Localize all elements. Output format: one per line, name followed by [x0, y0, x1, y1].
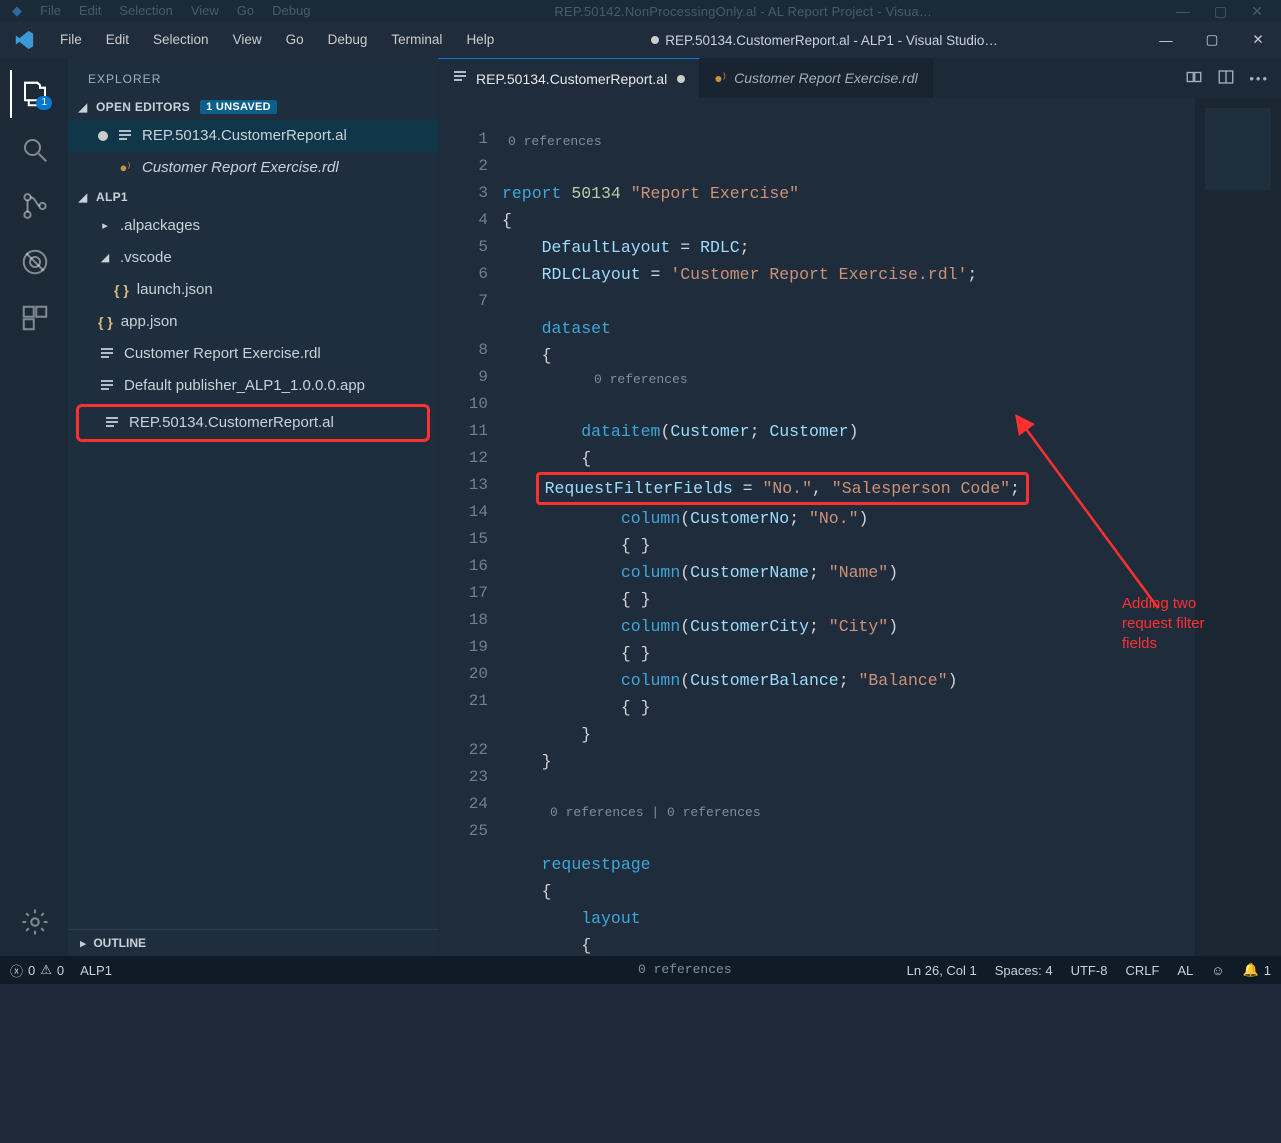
editor-tab[interactable]: REP.50134.CustomerReport.al	[438, 58, 700, 98]
folder-item[interactable]: ◢ .vscode	[68, 242, 438, 274]
menu-view[interactable]: View	[221, 22, 274, 58]
activity-debug-icon[interactable]	[10, 238, 58, 286]
file-icon	[103, 415, 121, 431]
unsaved-badge: 1 UNSAVED	[200, 100, 277, 114]
menu-selection[interactable]: Selection	[141, 22, 221, 58]
file-icon	[116, 128, 134, 144]
chevron-right-icon: ▸	[98, 214, 112, 238]
annotation-arrow	[1008, 408, 1168, 618]
file-icon	[98, 346, 116, 362]
vscode-window: File Edit Selection View Go Debug Termin…	[0, 22, 1281, 984]
file-icon	[98, 378, 116, 394]
file-icon	[452, 69, 468, 88]
status-notifications[interactable]: 🔔1	[1243, 962, 1271, 978]
chevron-down-icon: ◢	[76, 101, 90, 114]
close-button[interactable]: ✕	[1235, 22, 1281, 58]
split-editor-icon[interactable]	[1217, 68, 1235, 89]
window-controls: ― ▢ ✕	[1143, 22, 1281, 58]
json-file-icon: { }	[98, 310, 113, 334]
codelens[interactable]: 0 references	[502, 369, 1189, 391]
folder-item[interactable]: ▸ .alpackages	[68, 210, 438, 242]
line-number-gutter: 1 2 3 4 5 6 7 8 9 10 11 12 13 14 15 16 1…	[438, 98, 500, 956]
chevron-down-icon: ◢	[98, 246, 112, 270]
rdl-file-icon: ●⁾	[714, 70, 726, 87]
annotation-highlight-file: REP.50134.CustomerReport.al	[76, 404, 430, 442]
project-section[interactable]: ◢ ALP1	[68, 184, 438, 210]
maximize-button[interactable]: ▢	[1189, 22, 1235, 58]
open-editor-item[interactable]: ●⁾ Customer Report Exercise.rdl	[68, 152, 438, 184]
vscode-logo	[0, 29, 48, 51]
activity-explorer-icon[interactable]: 1	[10, 70, 58, 118]
json-file-icon: { }	[114, 278, 129, 302]
codelens[interactable]: 0 references	[502, 131, 1189, 153]
file-item[interactable]: Default publisher_ALP1_1.0.0.0.app	[68, 370, 438, 402]
bell-icon: 🔔	[1243, 962, 1259, 978]
menu-edit[interactable]: Edit	[94, 22, 141, 58]
activity-extensions-icon[interactable]	[10, 294, 58, 342]
activity-settings-icon[interactable]	[10, 898, 58, 946]
compare-changes-icon[interactable]	[1185, 68, 1203, 89]
file-item[interactable]: Customer Report Exercise.rdl	[68, 338, 438, 370]
sidebar-header: EXPLORER	[68, 58, 438, 94]
editor-tab[interactable]: ●⁾ Customer Report Exercise.rdl	[700, 58, 933, 98]
status-feedback-icon[interactable]: ☺	[1211, 963, 1224, 978]
menu-help[interactable]: Help	[454, 22, 506, 58]
menu-terminal[interactable]: Terminal	[379, 22, 454, 58]
menu-debug[interactable]: Debug	[316, 22, 380, 58]
menu-go[interactable]: Go	[274, 22, 316, 58]
explorer-badge: 1	[36, 96, 52, 110]
file-item[interactable]: { } app.json	[68, 306, 438, 338]
file-item[interactable]: { } launch.json	[68, 274, 438, 306]
modified-dot-icon	[651, 36, 659, 44]
activity-scm-icon[interactable]	[10, 182, 58, 230]
tab-bar: REP.50134.CustomerReport.al ●⁾ Customer …	[438, 58, 1281, 98]
minimize-button[interactable]: ―	[1143, 22, 1189, 58]
chevron-down-icon: ◢	[76, 191, 90, 204]
warning-icon: ⚠	[40, 962, 52, 978]
status-project[interactable]: ALP1	[80, 963, 112, 978]
activity-bar: 1	[0, 58, 68, 956]
editor-area: REP.50134.CustomerReport.al ●⁾ Customer …	[438, 58, 1281, 956]
window-title: REP.50134.CustomerReport.al - ALP1 - Vis…	[506, 33, 1143, 48]
codelens[interactable]: 0 references | 0 references	[502, 802, 1189, 824]
modified-dot-icon	[677, 75, 685, 83]
minimap[interactable]	[1195, 98, 1281, 956]
outline-section[interactable]: ▸ OUTLINE	[68, 929, 438, 956]
menu-file[interactable]: File	[48, 22, 94, 58]
annotation-text: Adding two request filter fields	[1122, 594, 1205, 654]
status-problems[interactable]: ⓧ0 ⚠0	[10, 961, 64, 980]
code-editor[interactable]: 0 references report 50134 "Report Exerci…	[500, 98, 1195, 956]
rdl-file-icon: ●⁾	[116, 156, 134, 180]
open-editor-item[interactable]: REP.50134.CustomerReport.al	[68, 120, 438, 152]
chevron-right-icon: ▸	[76, 937, 90, 950]
main-menu: File Edit Selection View Go Debug Termin…	[48, 22, 506, 58]
titlebar: File Edit Selection View Go Debug Termin…	[0, 22, 1281, 58]
more-actions-icon[interactable]: •••	[1249, 71, 1269, 86]
activity-search-icon[interactable]	[10, 126, 58, 174]
error-icon: ⓧ	[10, 961, 23, 980]
open-editors-section[interactable]: ◢ OPEN EDITORS 1 UNSAVED	[68, 94, 438, 120]
codelens[interactable]: 0 references	[502, 959, 1189, 981]
sidebar-explorer: EXPLORER ◢ OPEN EDITORS 1 UNSAVED REP.50…	[68, 58, 438, 956]
annotation-highlight-line: RequestFilterFields = "No.", "Salesperso…	[536, 472, 1029, 505]
file-item-highlighted[interactable]: REP.50134.CustomerReport.al	[79, 407, 427, 439]
background-window-titlebar: ◆ File Edit Selection View Go Debug REP.…	[0, 0, 1281, 22]
modified-dot-icon	[98, 131, 108, 141]
